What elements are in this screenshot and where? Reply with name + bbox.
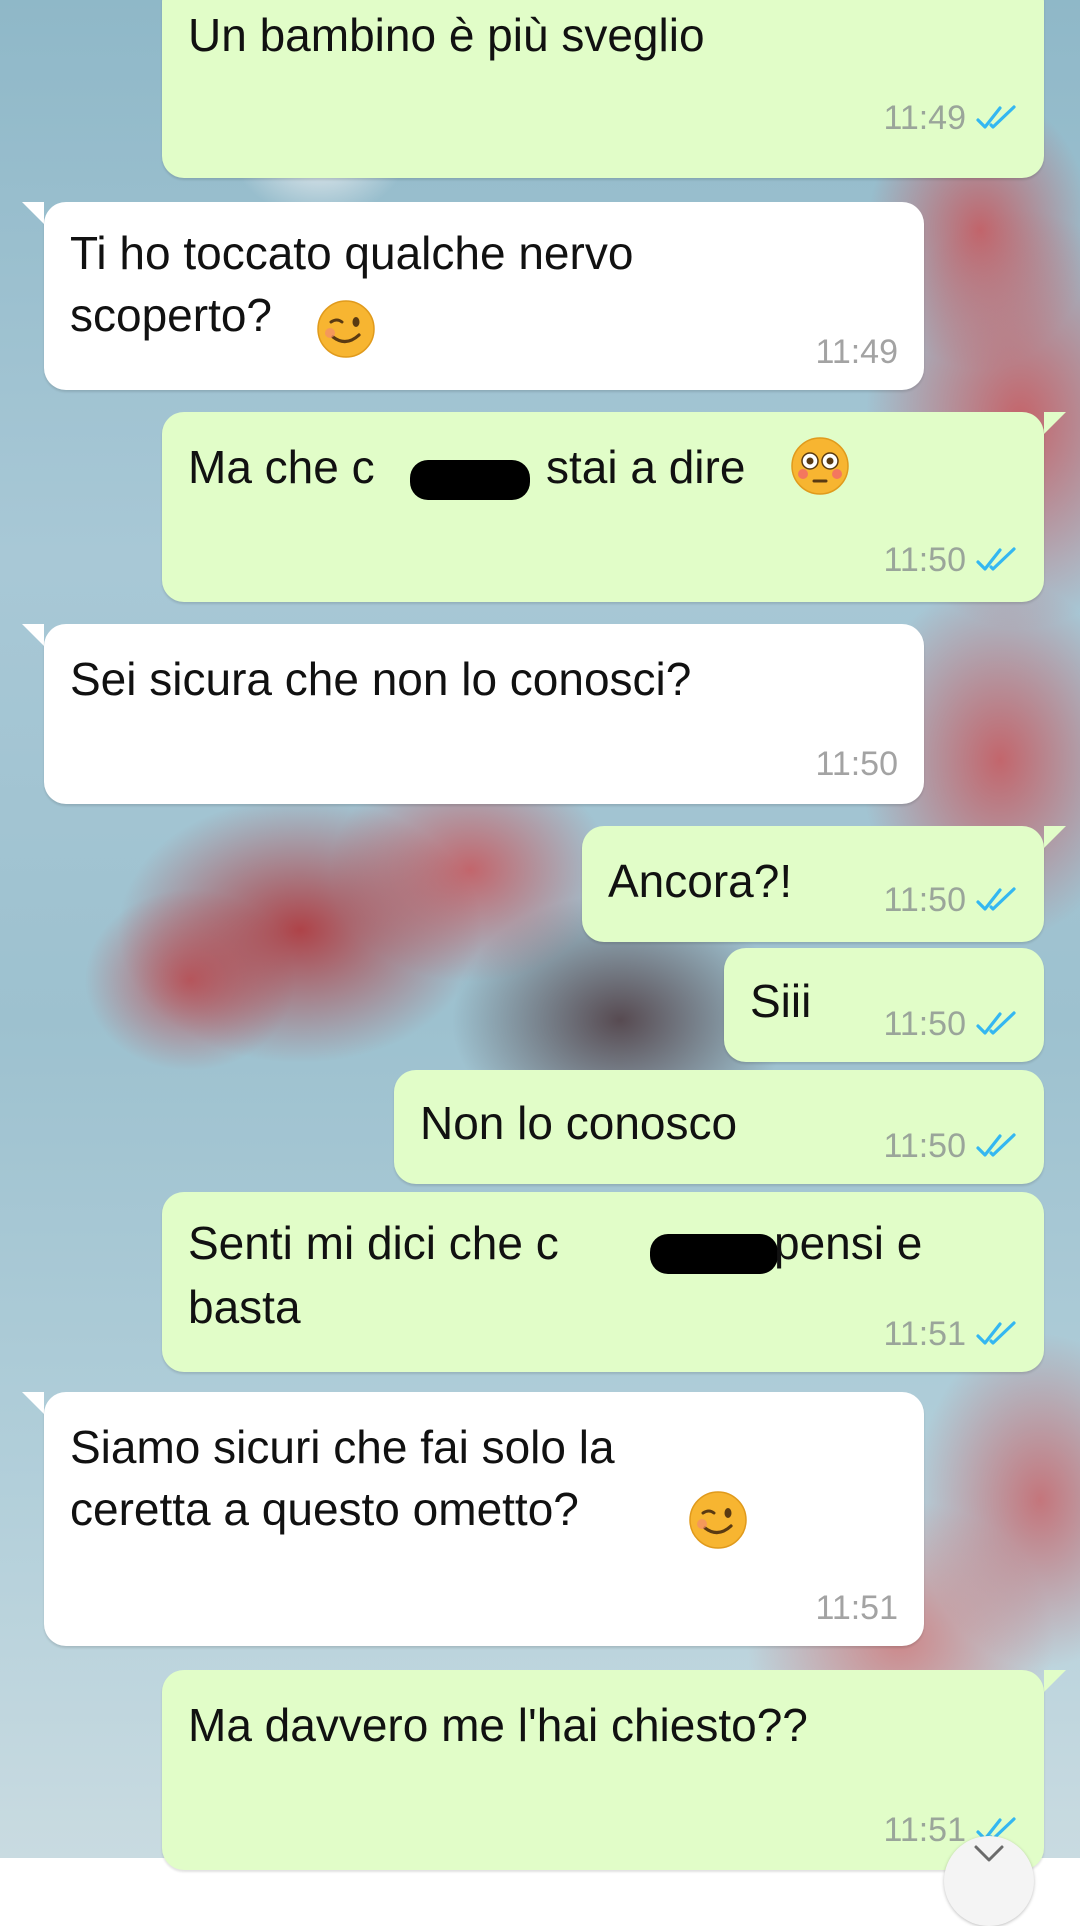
message-meta: 11:50: [883, 1004, 1020, 1044]
message-meta: 11:50: [883, 880, 1020, 920]
message-bubble-outgoing[interactable]: Ma che c stai a dire 11:50: [162, 412, 1044, 602]
message-meta: 11:50: [883, 1126, 1020, 1166]
message-time: 11:50: [883, 1005, 966, 1043]
redaction-mark: [410, 460, 530, 500]
message-bubble-incoming[interactable]: Ti ho toccato qualche nervo scoperto? 11…: [44, 202, 924, 390]
message-meta: 11:51: [815, 1588, 898, 1628]
message-time: 11:49: [883, 99, 966, 137]
message-time: 11:49: [815, 333, 898, 371]
message-text: Siamo sicuri che fai solo la ceretta a q…: [70, 1421, 615, 1535]
flushed-face-icon: [790, 436, 850, 496]
message-meta: 11:49: [815, 332, 898, 372]
message-text: Non lo conosco: [420, 1097, 738, 1149]
message-meta: 11:51: [883, 1314, 1020, 1354]
message-text: Senti mi dici che c: [188, 1217, 559, 1269]
double-check-icon: [976, 1011, 1016, 1035]
message-bubble-incoming[interactable]: Sei sicura che non lo conosci? 11:50: [44, 624, 924, 804]
bubble-tail: [1044, 826, 1066, 848]
double-check-icon: [976, 1133, 1016, 1157]
redaction-mark: [650, 1234, 778, 1274]
message-text: Sei sicura che non lo conosci?: [70, 653, 692, 705]
message-bubble-outgoing[interactable]: Ancora?! 11:50: [582, 826, 1044, 942]
message-bubble-outgoing[interactable]: Siii 11:50: [724, 948, 1044, 1062]
message-time: 11:51: [815, 1589, 898, 1627]
message-bubble-outgoing[interactable]: Senti mi dici che c pensi e basta 11:51: [162, 1192, 1044, 1372]
message-text: Ma che c: [188, 441, 375, 493]
message-text: Un bambino è più sveglio: [188, 9, 705, 61]
message-time: 11:51: [883, 1315, 966, 1353]
double-check-icon: [976, 105, 1016, 129]
double-check-icon: [976, 547, 1016, 571]
message-time: 11:51: [883, 1811, 966, 1849]
message-bubble-incoming[interactable]: Siamo sicuri che fai solo la ceretta a q…: [44, 1392, 924, 1646]
double-check-icon: [976, 887, 1016, 911]
message-text: Ma davvero me l'hai chiesto??: [188, 1699, 808, 1751]
message-text: pensi e: [774, 1217, 923, 1269]
message-text: basta: [188, 1281, 301, 1333]
bubble-tail: [22, 1392, 44, 1414]
message-bubble-outgoing[interactable]: Un bambino è più sveglio 11:49: [162, 0, 1044, 178]
message-time: 11:50: [815, 745, 898, 783]
message-bubble-outgoing[interactable]: Ma davvero me l'hai chiesto?? 11:51: [162, 1670, 1044, 1870]
message-text: Siii: [750, 975, 812, 1027]
bubble-tail: [22, 624, 44, 646]
message-meta: 11:49: [883, 98, 1020, 138]
message-meta: 11:50: [883, 540, 1020, 580]
message-text: stai a dire: [546, 441, 746, 493]
message-time: 11:50: [883, 1127, 966, 1165]
message-time: 11:50: [883, 881, 966, 919]
chevron-down-icon: [974, 1845, 1004, 1862]
bubble-tail: [1044, 412, 1066, 434]
message-text: Ancora?!: [608, 855, 793, 907]
winking-face-icon: [688, 1490, 748, 1550]
scroll-down-button[interactable]: [944, 1836, 1034, 1926]
message-time: 11:50: [883, 541, 966, 579]
message-meta: 11:50: [815, 744, 898, 784]
bubble-tail: [22, 202, 44, 224]
bubble-tail: [1044, 1670, 1066, 1692]
message-bubble-outgoing[interactable]: Non lo conosco 11:50: [394, 1070, 1044, 1184]
winking-face-icon: [316, 299, 376, 359]
double-check-icon: [976, 1321, 1016, 1345]
